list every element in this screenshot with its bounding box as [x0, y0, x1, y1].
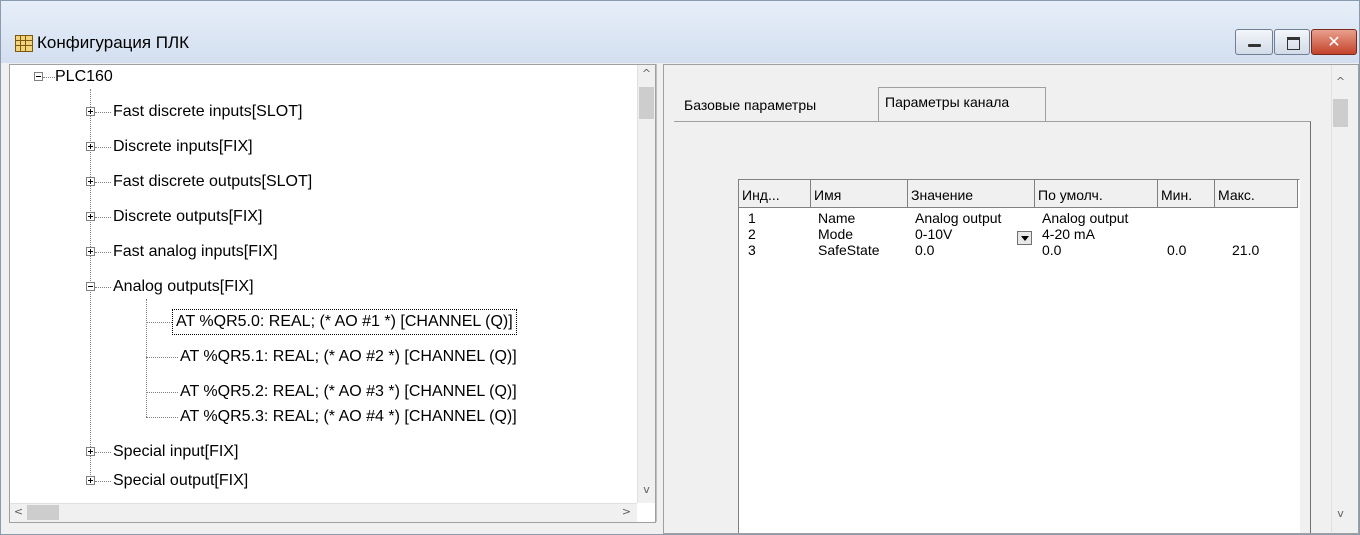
window-title: Конфигурация ПЛК: [37, 33, 190, 52]
plc-config-window: Конфигурация ПЛК ✕ PLC160 Fast discrete …: [0, 0, 1360, 535]
tree-node-discrete-inputs[interactable]: Discrete inputs[FIX]: [113, 135, 253, 159]
scroll-up-icon[interactable]: ^: [1332, 75, 1349, 88]
scroll-down-icon[interactable]: v: [638, 483, 655, 496]
expand-icon[interactable]: [86, 107, 95, 116]
tree-node-discrete-outputs[interactable]: Discrete outputs[FIX]: [113, 205, 262, 229]
tree-channel-ao3[interactable]: AT %QR5.2: REAL; (* AO #3 *) [CHANNEL (Q…: [180, 380, 517, 404]
tree-channel-ao4[interactable]: AT %QR5.3: REAL; (* AO #4 *) [CHANNEL (Q…: [180, 405, 517, 429]
column-header-index[interactable]: Инд...: [739, 180, 811, 208]
table-cell-default: Analog output: [1042, 210, 1129, 226]
parameters-pane: Базовые параметры Параметры канала Инд..…: [663, 64, 1359, 534]
channel-parameters-table[interactable]: Инд... Имя Значение По умолч. Мин. Макс.…: [738, 179, 1300, 533]
tree-horizontal-scrollbar[interactable]: < >: [10, 503, 637, 522]
table-cell-default: 0.0: [1042, 242, 1062, 258]
close-button[interactable]: ✕: [1311, 29, 1357, 55]
expand-icon[interactable]: [86, 247, 95, 256]
table-cell-name[interactable]: Name: [818, 210, 855, 226]
tree-node-special-input[interactable]: Special input[FIX]: [113, 440, 238, 464]
tree-node-fast-analog-inputs[interactable]: Fast analog inputs[FIX]: [113, 240, 278, 264]
maximize-button[interactable]: [1274, 29, 1310, 55]
scroll-down-icon[interactable]: v: [1332, 507, 1349, 520]
tree-node-special-output[interactable]: Special output[FIX]: [113, 469, 248, 493]
dropdown-arrow-icon[interactable]: [1017, 231, 1032, 245]
table-cell-name[interactable]: SafeState: [818, 242, 880, 258]
column-header-value[interactable]: Значение: [908, 180, 1035, 208]
tree-node-fast-discrete-inputs[interactable]: Fast discrete inputs[SLOT]: [113, 100, 302, 124]
tree-channel-ao1[interactable]: AT %QR5.0: REAL; (* AO #1 *) [CHANNEL (Q…: [172, 309, 517, 335]
collapse-root-icon[interactable]: [34, 72, 43, 81]
table-cell-index[interactable]: 1: [748, 210, 756, 226]
column-header-default[interactable]: По умолч.: [1035, 180, 1158, 208]
tab-base-parameters[interactable]: Базовые параметры: [678, 91, 876, 119]
collapse-icon[interactable]: [86, 282, 95, 291]
column-header-min[interactable]: Мин.: [1158, 180, 1215, 208]
column-header-name[interactable]: Имя: [811, 180, 908, 208]
scroll-up-icon[interactable]: ^: [638, 67, 655, 80]
expand-icon[interactable]: [86, 142, 95, 151]
table-cell-value[interactable]: Analog output: [915, 210, 1001, 226]
expand-icon[interactable]: [86, 212, 95, 221]
mode-value-combo[interactable]: 0-10V: [915, 226, 952, 242]
expand-icon[interactable]: [86, 177, 95, 186]
tree-vertical-scrollbar[interactable]: ^ v: [637, 65, 655, 503]
params-vscroll-thumb[interactable]: [1333, 99, 1348, 127]
minimize-icon: [1248, 44, 1261, 47]
table-cell-min: 0.0: [1167, 242, 1187, 258]
params-vertical-scrollbar[interactable]: ^ v: [1331, 65, 1349, 532]
tree-node-fast-discrete-outputs[interactable]: Fast discrete outputs[SLOT]: [113, 170, 312, 194]
tab-channel-parameters[interactable]: Параметры канала: [878, 87, 1046, 121]
scroll-right-icon[interactable]: >: [618, 505, 635, 518]
tree-root-plc160[interactable]: PLC160: [55, 65, 113, 89]
config-tree[interactable]: PLC160 Fast discrete inputs[SLOT] Discre…: [9, 64, 656, 523]
app-grid-icon: [15, 35, 33, 52]
table-cell-max: 21.0: [1232, 242, 1260, 258]
tree-node-analog-outputs[interactable]: Analog outputs[FIX]: [113, 275, 254, 299]
column-header-max[interactable]: Макс.: [1215, 180, 1298, 208]
minimize-button[interactable]: [1235, 29, 1273, 55]
table-cell-index[interactable]: 2: [748, 226, 756, 242]
table-cell-name[interactable]: Mode: [818, 226, 853, 242]
table-cell-value[interactable]: 0.0: [915, 242, 934, 258]
title-bar: Конфигурация ПЛК ✕: [1, 1, 1359, 63]
expand-icon[interactable]: [86, 476, 95, 485]
tree-channel-ao2[interactable]: AT %QR5.1: REAL; (* AO #2 *) [CHANNEL (Q…: [180, 345, 517, 369]
scroll-left-icon[interactable]: <: [10, 505, 27, 518]
close-icon: ✕: [1327, 32, 1341, 51]
tree-vscroll-thumb[interactable]: [639, 87, 654, 119]
maximize-icon: [1287, 37, 1300, 50]
tree-hscroll-thumb[interactable]: [27, 505, 59, 520]
table-cell-default: 4-20 mA: [1042, 226, 1095, 242]
expand-icon[interactable]: [86, 447, 95, 456]
table-cell-index[interactable]: 3: [748, 242, 756, 258]
